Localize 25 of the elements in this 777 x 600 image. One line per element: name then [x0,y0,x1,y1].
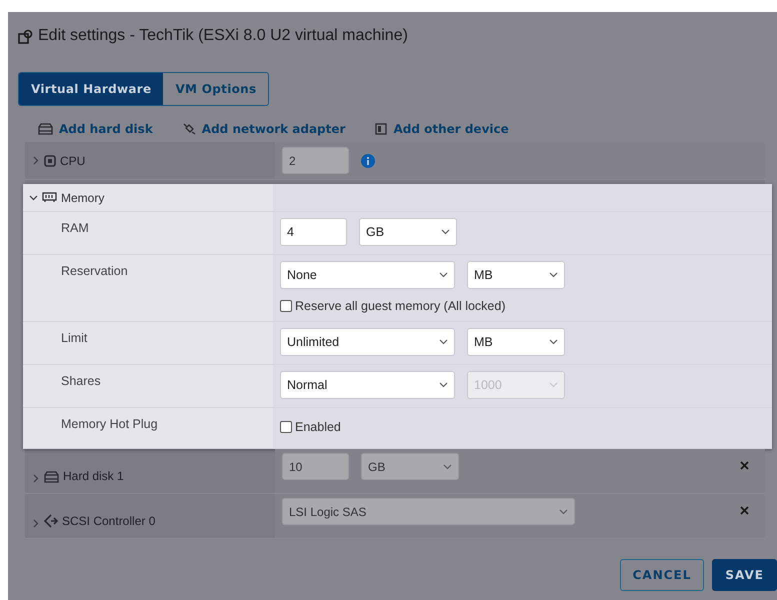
dropdown[interactable]: MB [467,261,565,289]
number-input-field[interactable]: 10 [282,453,349,480]
setting-label: Limit [61,331,88,345]
dropdown[interactable]: LSI Logic SAS [282,498,575,525]
number-input-field[interactable]: 4 [280,218,347,246]
dropdown[interactable]: MB [467,328,565,356]
device-name: Hard disk 1 [63,469,124,483]
setting-label: Memory Hot Plug [61,417,158,431]
tab[interactable]: Virtual Hardware [19,73,164,105]
save-button[interactable]: SAVE [712,559,777,591]
dropdown[interactable]: GB [361,453,459,480]
setting-label: RAM [61,221,89,235]
dropdown[interactable]: Normal [280,371,455,399]
setting-label: Shares [61,374,101,388]
device-name: CPU [60,154,86,168]
checkbox-option[interactable]: Enabled [280,420,341,434]
number-input-field[interactable]: 2 [282,147,349,174]
dropdown[interactable]: None [280,261,455,289]
checkbox-option[interactable]: Reserve all guest memory (All locked) [280,299,506,313]
dropdown[interactable]: Unlimited [280,328,455,356]
device-name: Memory [61,190,104,204]
setting-label: Reservation [61,264,128,278]
device-name: SCSI Controller 0 [62,514,156,528]
dropdown[interactable]: GB [359,218,457,246]
dialog-title: Edit settings - TechTik (ESXi 8.0 U2 virtual machine) [38,27,408,45]
